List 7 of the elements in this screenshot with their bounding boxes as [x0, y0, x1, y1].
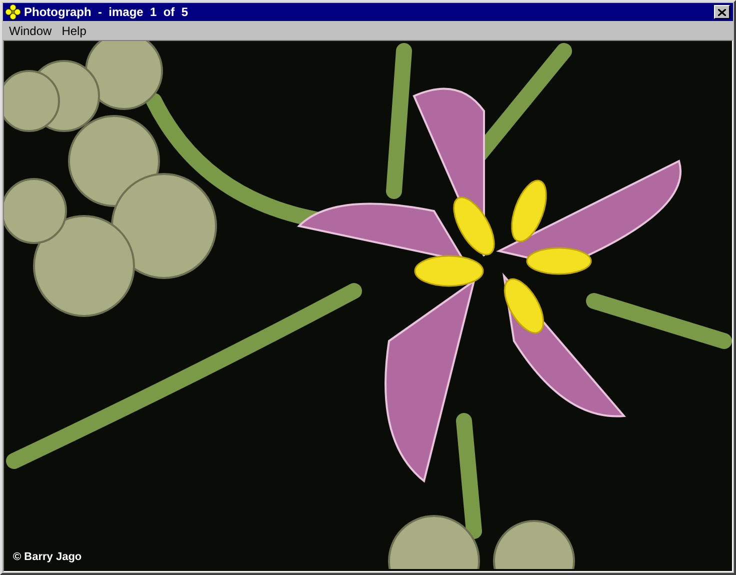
flower-icon: [5, 4, 21, 20]
menu-item[interactable]: Help: [56, 22, 92, 38]
window-title: Photograph - image 1 of 5: [24, 4, 190, 21]
close-button[interactable]: [714, 5, 730, 19]
menu-item[interactable]: Window: [4, 22, 57, 38]
close-icon: [718, 8, 726, 16]
photo-credit: © Barry Jago: [13, 550, 82, 564]
